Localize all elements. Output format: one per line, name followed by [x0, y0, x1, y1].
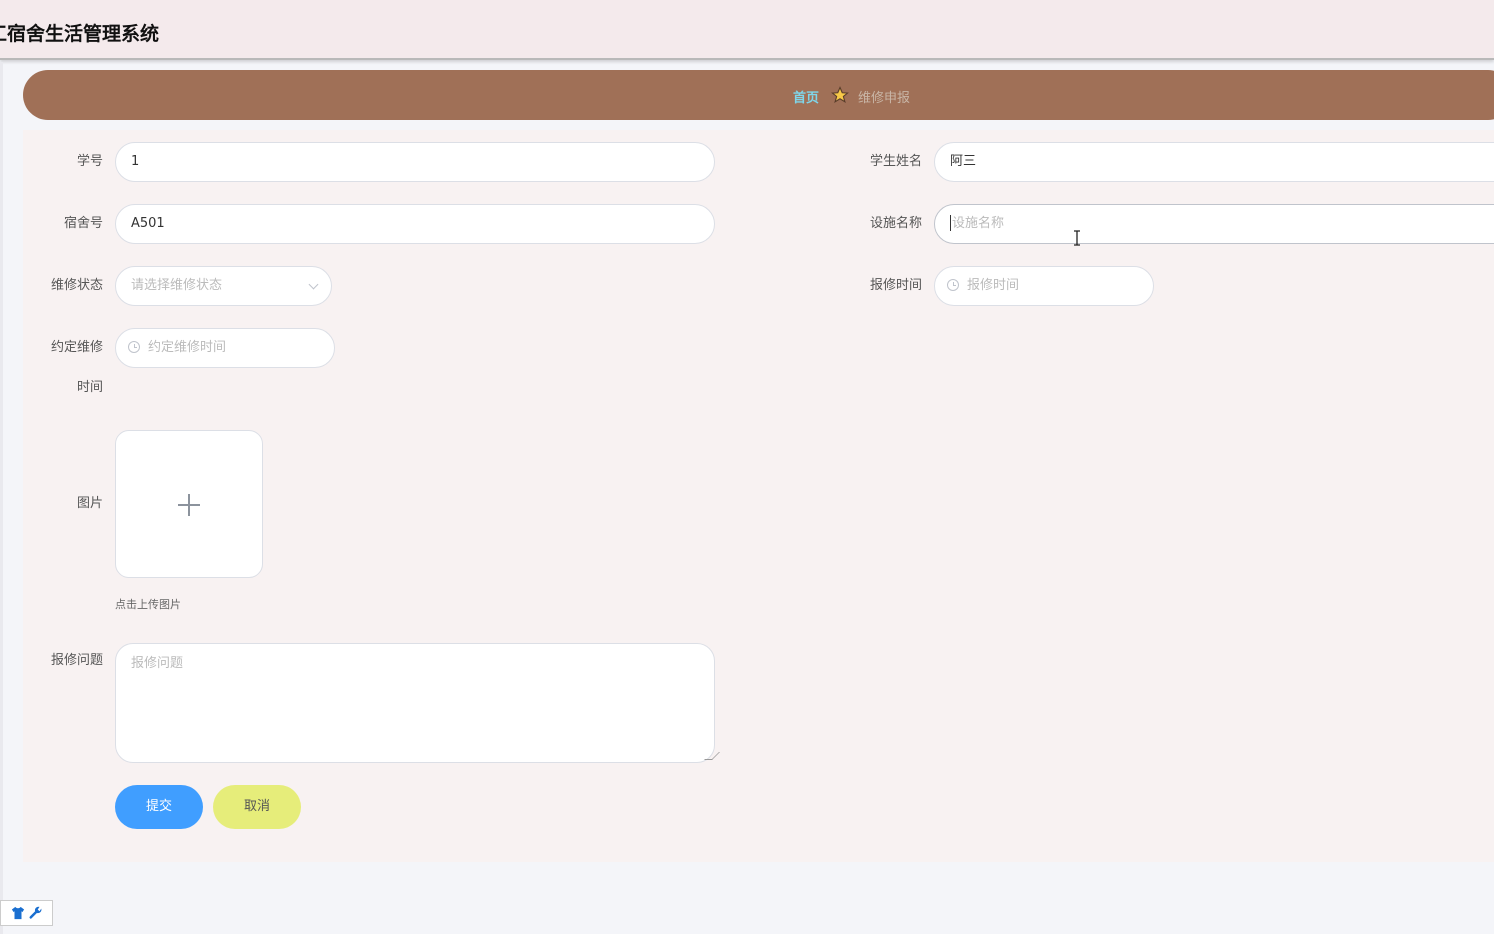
problem-placeholder: 报修问题: [131, 656, 184, 671]
image-label: 图片: [76, 496, 103, 511]
appointment-time-placeholder: 约定维修时间: [148, 340, 227, 355]
repair-status-select[interactable]: 请选择维修状态: [115, 266, 332, 306]
facility-name-placeholder: 设施名称: [952, 216, 1005, 231]
upload-hint: 点击上传图片: [115, 598, 181, 611]
image-upload-button[interactable]: [115, 430, 263, 578]
student-name-value: 阿三: [950, 154, 977, 169]
chevron-down-icon: [308, 279, 319, 290]
appointment-time-label: 约定维修: [50, 340, 103, 355]
facility-name-label: 设施名称: [869, 216, 922, 231]
appointment-time-picker[interactable]: 约定维修时间: [115, 328, 335, 368]
star-icon: [831, 86, 849, 103]
breadcrumb-current: 维修申报: [858, 91, 911, 106]
student-no-value: 1: [131, 154, 140, 169]
text-cursor-icon: [1074, 230, 1080, 246]
appointment-time-label-line2: 时间: [76, 380, 103, 395]
breadcrumb-home-link[interactable]: 首页: [793, 87, 819, 106]
breadcrumb: 首页 维修申报: [23, 70, 1494, 120]
student-no-input[interactable]: 1: [115, 142, 715, 182]
facility-name-input[interactable]: 设施名称: [934, 204, 1494, 244]
shirt-icon[interactable]: [11, 906, 25, 920]
top-header: 工宿舍生活管理系统: [0, 0, 1494, 60]
student-no-label: 学号: [76, 154, 103, 169]
repair-status-label: 维修状态: [50, 278, 103, 293]
submit-button[interactable]: 提交: [115, 785, 203, 829]
problem-textarea[interactable]: 报修问题: [115, 643, 720, 763]
tray-partial-icon: [3, 906, 7, 920]
report-time-picker[interactable]: 报修时间: [934, 266, 1154, 306]
dorm-no-input[interactable]: A501: [115, 204, 715, 244]
report-time-placeholder: 报修时间: [967, 278, 1020, 293]
repair-form: 学号 1 学生姓名 阿三 宿舍号 A501 设施名称 设施名称 维修状态 请选择…: [23, 130, 1494, 862]
dorm-no-value: A501: [131, 216, 165, 231]
clock-icon: [128, 340, 140, 353]
repair-status-placeholder: 请选择维修状态: [131, 278, 223, 293]
plus-icon-vertical: [188, 494, 190, 516]
student-name-label: 学生姓名: [869, 154, 922, 169]
problem-label: 报修问题: [50, 653, 103, 668]
wrench-icon[interactable]: [29, 906, 43, 920]
report-time-label: 报修时间: [869, 278, 922, 293]
student-name-input[interactable]: 阿三: [934, 142, 1494, 182]
sidebar-edge: [0, 62, 3, 934]
app-title: 工宿舍生活管理系统: [0, 23, 160, 45]
tool-tray: [0, 900, 53, 926]
dorm-no-label: 宿舍号: [63, 216, 103, 231]
clock-icon: [947, 278, 959, 291]
cancel-button[interactable]: 取消: [213, 785, 301, 829]
resize-handle[interactable]: [704, 752, 720, 760]
text-caret: [950, 214, 951, 231]
